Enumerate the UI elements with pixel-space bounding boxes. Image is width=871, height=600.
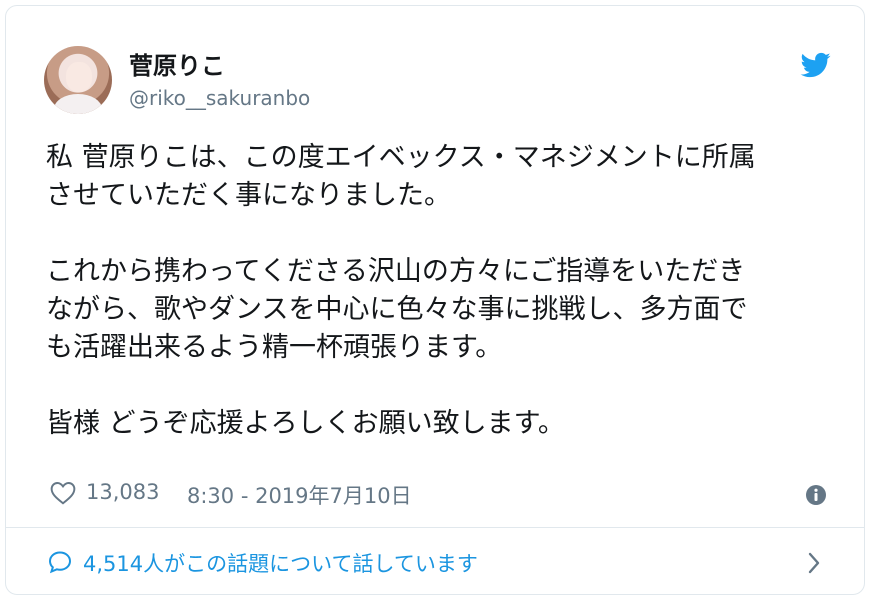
tweet-line: これから携わってくださる沢山の方々にご指導をいただき	[46, 256, 746, 287]
tweet-line: ながら、歌やダンスを中心に色々な事に挑戦し、多方面で	[46, 294, 748, 325]
tweet-text: 私 菅原りこは、この度エイベックス・マネジメントに所属 させていただく事になりま…	[46, 139, 846, 443]
chevron-right-icon[interactable]	[806, 551, 822, 575]
tweet-line-break	[46, 215, 846, 253]
tweet-meta: 13,083 8:30 - 2019年7月10日	[46, 476, 846, 510]
tweet-header: 菅原りこ @riko__sakuranbo	[6, 6, 864, 116]
tweet-card: 菅原りこ @riko__sakuranbo 私 菅原りこは、この度エイベックス・…	[5, 5, 865, 595]
speech-bubble-icon	[48, 551, 72, 574]
conversation-link[interactable]: 4,514人がこの話題について話しています	[6, 528, 864, 594]
twitter-bird-icon[interactable]	[799, 50, 833, 80]
info-icon[interactable]	[805, 484, 827, 506]
heart-outline-icon[interactable]	[50, 481, 76, 505]
tweet-line: させていただく事になりました。	[46, 180, 451, 211]
tweet-timestamp[interactable]: 8:30 - 2019年7月10日	[187, 480, 412, 510]
display-name[interactable]: 菅原りこ	[129, 46, 225, 81]
conversation-text[interactable]: 4,514人がこの話題について話しています	[83, 548, 478, 578]
avatar[interactable]	[44, 46, 112, 114]
tweet-line: も活躍出来るよう精一杯頑張ります。	[46, 332, 503, 363]
like-count[interactable]: 13,083	[86, 480, 159, 504]
user-handle[interactable]: @riko__sakuranbo	[129, 86, 310, 110]
avatar-body	[54, 94, 102, 114]
tweet-line-break	[46, 367, 846, 405]
tweet-line: 私 菅原りこは、この度エイベックス・マネジメントに所属	[46, 142, 756, 173]
tweet-line: 皆様 どうぞ応援よろしくお願い致します。	[46, 408, 565, 439]
avatar-face	[66, 62, 92, 92]
